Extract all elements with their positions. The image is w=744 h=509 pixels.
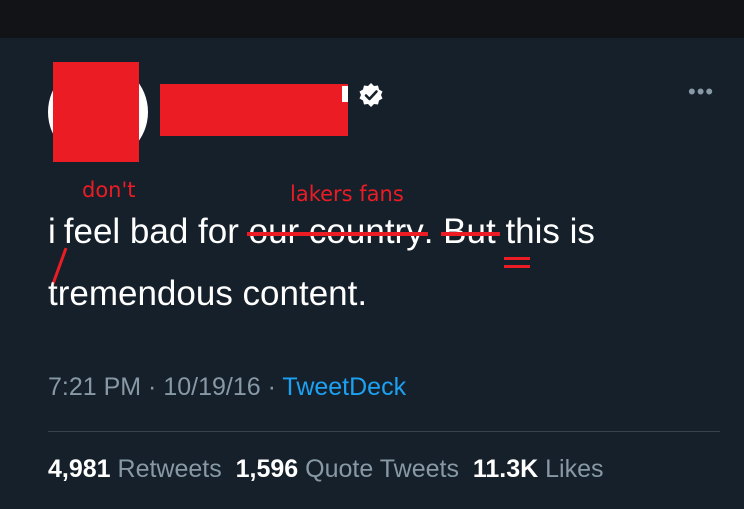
quote-tweets-label: Quote Tweets <box>305 455 459 483</box>
top-strip <box>0 0 744 38</box>
annotation-lakers-fans: lakers fans <box>290 182 404 206</box>
tweet-stats: 4,981 Retweets 1,596 Quote Tweets 11.3K … <box>48 455 604 484</box>
struck-text-but: But <box>441 212 500 251</box>
underlined-text-th: th <box>504 212 535 268</box>
avatar-redaction <box>53 62 139 162</box>
more-icon[interactable]: ••• <box>688 81 714 103</box>
retweets-stat[interactable]: 4,981 Retweets <box>48 455 222 483</box>
meta-separator: · <box>141 373 164 401</box>
likes-stat[interactable]: 11.3K Likes <box>473 455 604 483</box>
quote-tweets-count: 1,596 <box>235 455 299 483</box>
tweet-text-line-1: i feel bad for our country. But this is <box>48 212 595 268</box>
struck-text-our-country: our country <box>246 212 428 251</box>
verified-icon <box>359 83 383 107</box>
tweet-text-i: i <box>48 212 56 251</box>
name-redaction <box>160 84 348 136</box>
tweet-text-line-2: tremendous content. <box>48 274 368 313</box>
tweet-text-feel-bad: feel bad for <box>63 212 249 251</box>
tweet-date[interactable]: 10/19/16 <box>163 373 260 401</box>
likes-count: 11.3K <box>472 455 539 483</box>
retweets-count: 4,981 <box>48 455 111 483</box>
meta-separator: · <box>260 373 283 401</box>
tweet-source-link[interactable]: TweetDeck <box>282 373 406 401</box>
likes-label: Likes <box>545 455 604 483</box>
divider <box>48 431 720 432</box>
quote-tweets-stat[interactable]: 1,596 Quote Tweets <box>236 455 459 483</box>
handle-stub <box>342 86 348 102</box>
retweets-label: Retweets <box>117 455 222 483</box>
tweet-text-is-is: is is <box>534 212 595 251</box>
tweet-time[interactable]: 7:21 PM <box>48 373 141 401</box>
tweet-meta: 7:21 PM · 10/19/16 · TweetDeck <box>48 373 406 402</box>
annotation-dont: don't <box>82 178 136 202</box>
